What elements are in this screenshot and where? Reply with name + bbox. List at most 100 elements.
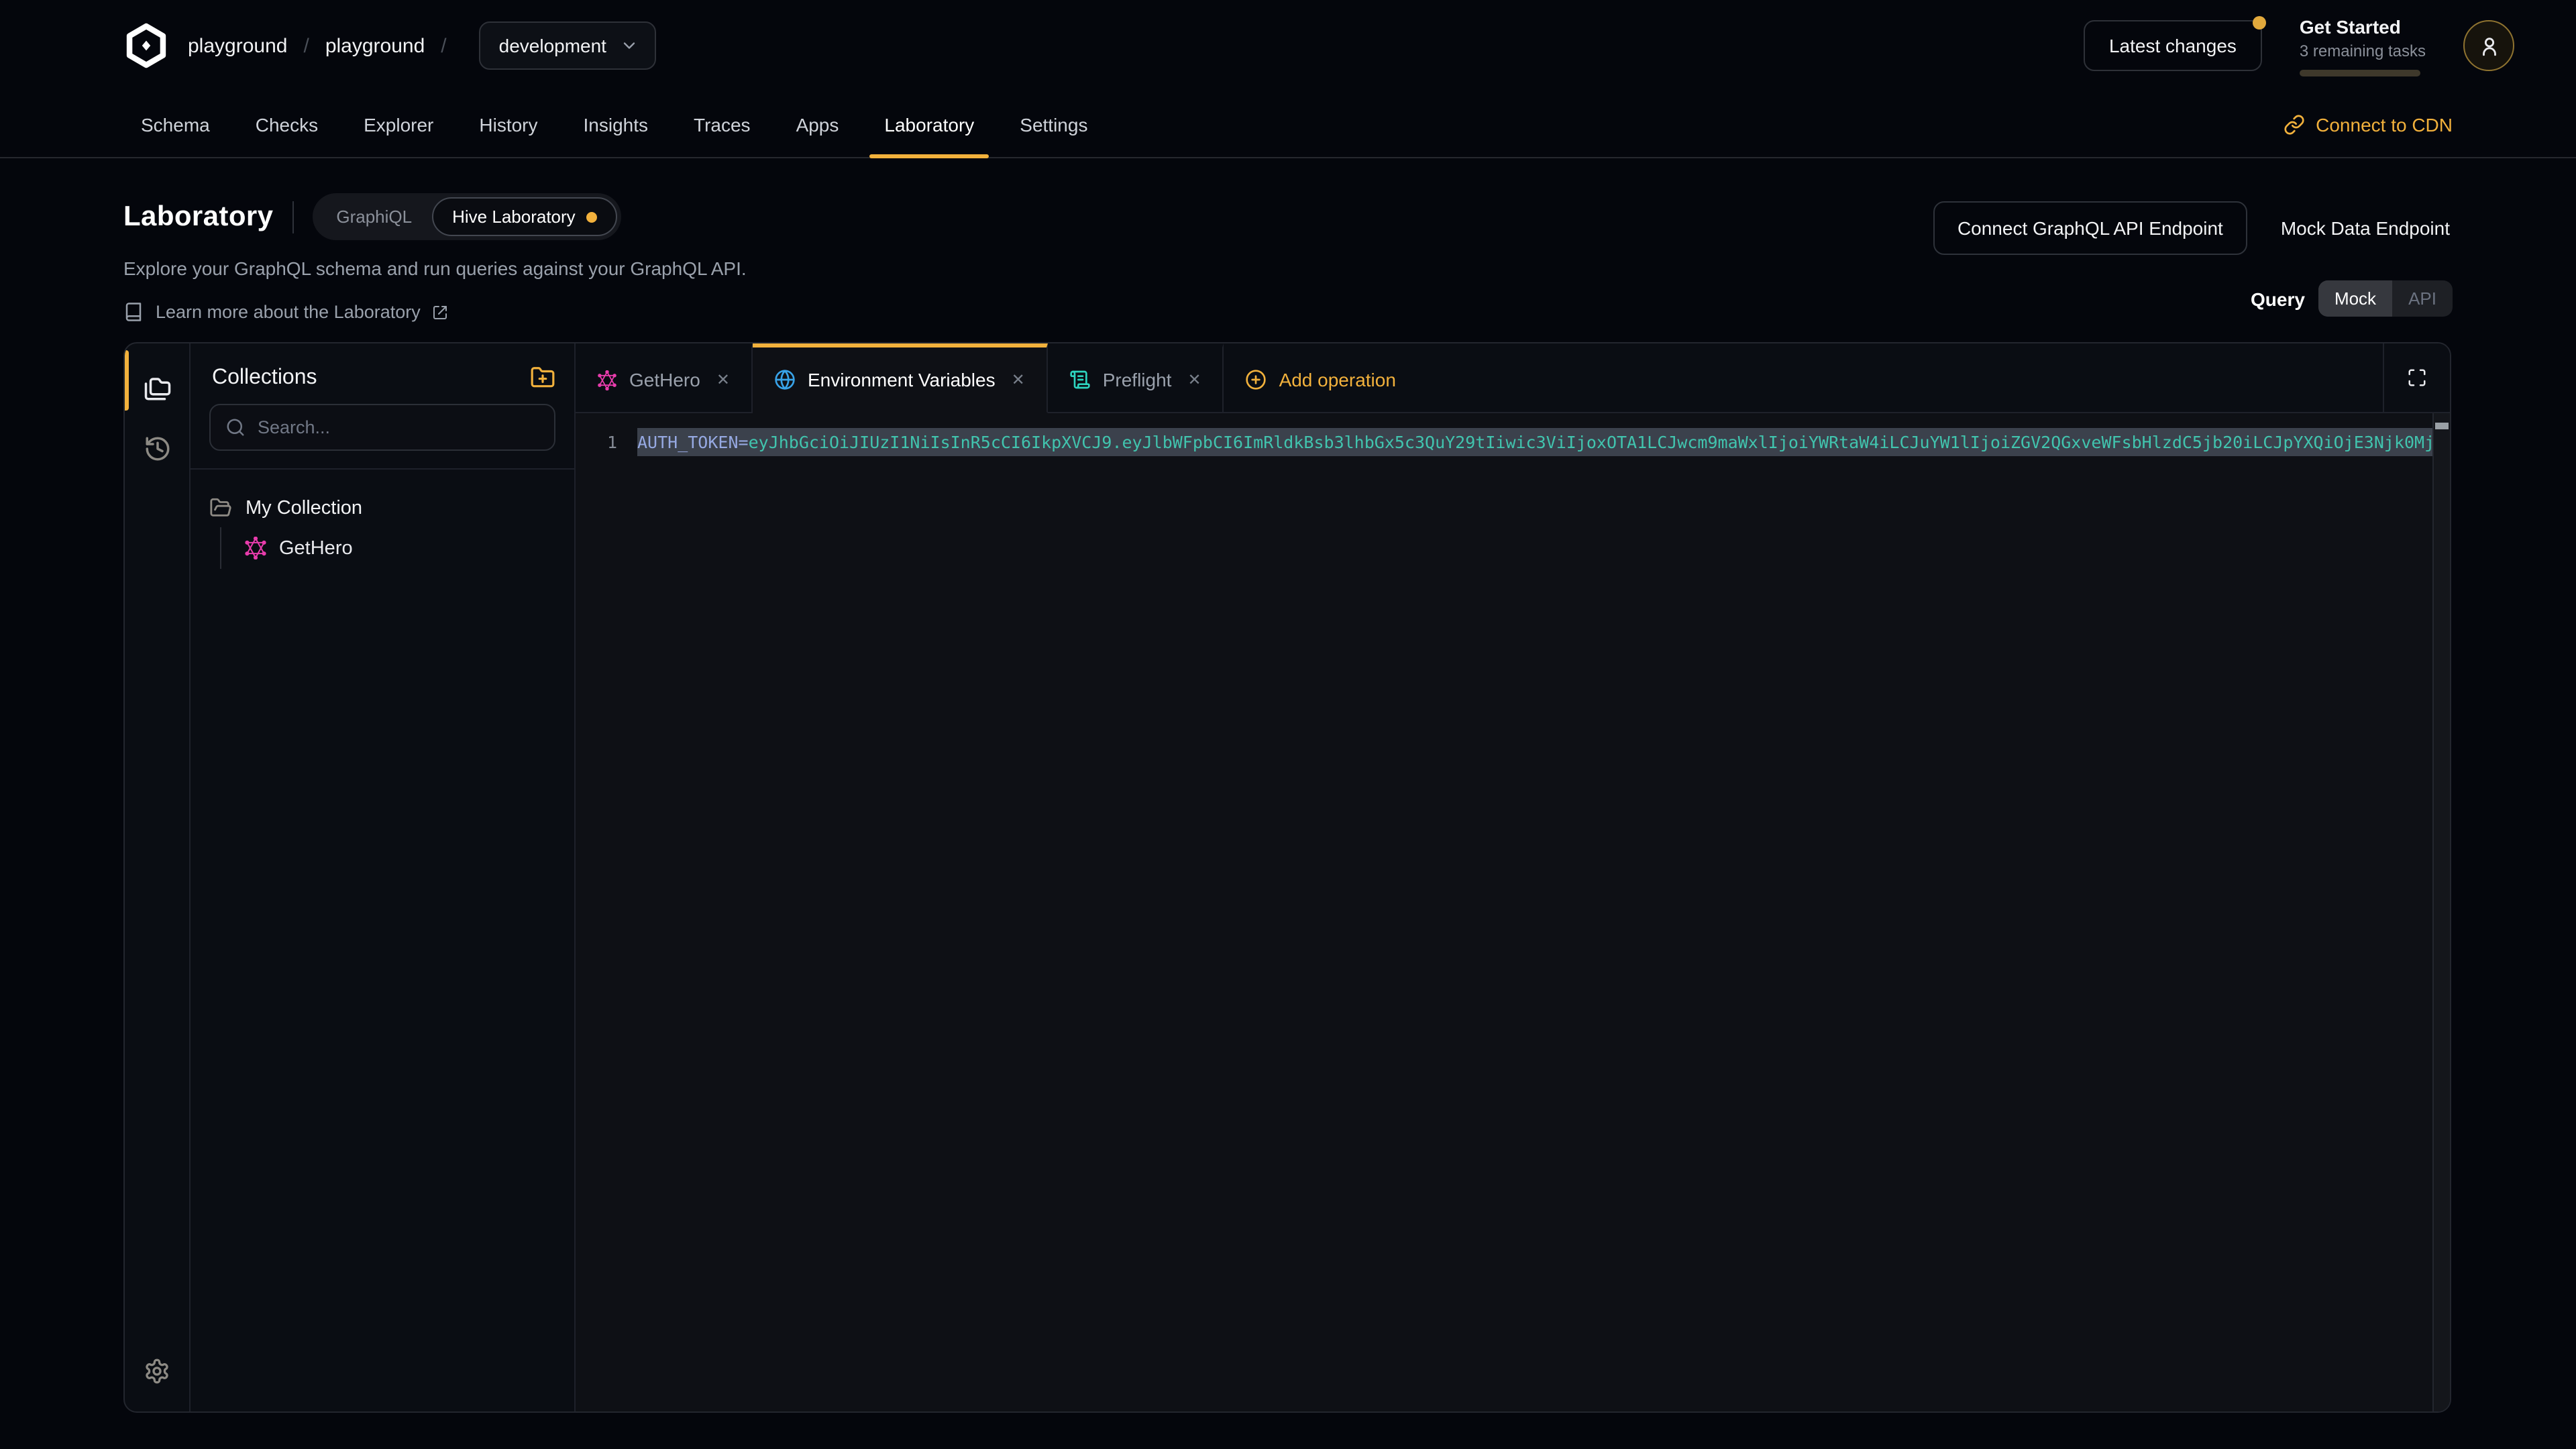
env-var-name: AUTH_TOKEN bbox=[637, 432, 739, 452]
history-icon bbox=[143, 434, 171, 462]
equals-sign: = bbox=[739, 432, 749, 452]
user-icon bbox=[2477, 34, 2500, 57]
gear-icon bbox=[144, 1358, 170, 1385]
line-number: 1 bbox=[576, 428, 637, 456]
query-option-mock[interactable]: Mock bbox=[2318, 280, 2392, 317]
collections-search bbox=[191, 404, 574, 468]
add-collection-button[interactable] bbox=[530, 365, 555, 390]
breadcrumb-separator: / bbox=[441, 34, 446, 57]
connect-to-cdn-link[interactable]: Connect to CDN bbox=[2284, 113, 2453, 135]
add-operation-button[interactable]: Add operation bbox=[1224, 343, 1417, 413]
search-icon bbox=[225, 417, 246, 437]
tab-preflight[interactable]: Preflight ✕ bbox=[1048, 343, 1224, 413]
page-subtitle: Explore your GraphQL schema and run quer… bbox=[123, 258, 747, 279]
connect-to-cdn-label: Connect to CDN bbox=[2316, 113, 2453, 135]
app-root: playground / playground / development La… bbox=[0, 0, 2576, 1449]
query-target-toggle: Query Mock API bbox=[2251, 280, 2453, 317]
settings-rail-button[interactable] bbox=[136, 1350, 178, 1393]
title-row: Laboratory GraphiQL Hive Laboratory bbox=[123, 193, 747, 240]
hive-logo-icon[interactable] bbox=[123, 23, 169, 68]
nav-item-schema[interactable]: Schema bbox=[118, 91, 233, 157]
nav-spacer bbox=[1110, 91, 2284, 157]
page-header-right: Connect GraphQL API Endpoint Mock Data E… bbox=[1933, 193, 2453, 322]
tab-label: Preflight bbox=[1103, 369, 1172, 390]
mode-option-graphiql[interactable]: GraphiQL bbox=[316, 197, 432, 236]
nav-item-checks[interactable]: Checks bbox=[233, 91, 341, 157]
globe-icon bbox=[774, 369, 796, 390]
nav-item-settings[interactable]: Settings bbox=[997, 91, 1110, 157]
editor-scrollbar[interactable] bbox=[2432, 413, 2450, 1411]
search-input[interactable] bbox=[258, 417, 539, 437]
learn-more-link[interactable]: Learn more about the Laboratory bbox=[123, 302, 747, 322]
active-mode-dot bbox=[586, 211, 597, 222]
collection-folder-row[interactable]: My Collection bbox=[209, 496, 555, 519]
query-segmented-control: Mock API bbox=[2318, 280, 2453, 317]
collections-tree: My Collection bbox=[191, 470, 574, 596]
environment-dropdown[interactable]: development bbox=[479, 21, 656, 70]
collection-folder-label: My Collection bbox=[246, 497, 362, 519]
page-header-left: Laboratory GraphiQL Hive Laboratory Expl… bbox=[123, 193, 747, 322]
collections-rail-button[interactable] bbox=[136, 366, 178, 409]
get-started-progressbar bbox=[2300, 69, 2420, 76]
breadcrumb-org[interactable]: playground bbox=[188, 34, 287, 57]
book-icon bbox=[123, 302, 144, 322]
folder-open-icon bbox=[209, 496, 232, 519]
notification-dot bbox=[2253, 16, 2266, 30]
close-icon[interactable]: ✕ bbox=[1012, 370, 1025, 389]
mock-data-endpoint-button[interactable]: Mock Data Endpoint bbox=[2247, 203, 2453, 254]
tab-label: Environment Variables bbox=[808, 369, 996, 390]
breadcrumb-separator: / bbox=[303, 34, 309, 57]
breadcrumb-project[interactable]: playground bbox=[325, 34, 425, 57]
query-option-api[interactable]: API bbox=[2392, 280, 2453, 317]
search-box[interactable] bbox=[209, 404, 555, 451]
editor-line-1[interactable]: 1 AUTH_TOKEN=eyJhbGciOiJIUzI1NiIsInR5cCI… bbox=[576, 428, 2450, 456]
circle-plus-icon bbox=[1246, 369, 1267, 390]
learn-more-label: Learn more about the Laboratory bbox=[156, 302, 421, 322]
maximize-icon bbox=[2407, 368, 2427, 388]
collections-header: Collections bbox=[191, 343, 574, 404]
nav-item-traces[interactable]: Traces bbox=[671, 91, 773, 157]
env-variables-editor[interactable]: 1 AUTH_TOKEN=eyJhbGciOiJIUzI1NiIsInR5cCI… bbox=[576, 413, 2450, 1411]
top-bar-right: Latest changes Get Started 3 remaining t… bbox=[2084, 15, 2514, 76]
nav-item-history[interactable]: History bbox=[456, 91, 560, 157]
collection-children: GetHero bbox=[220, 527, 555, 569]
close-icon[interactable]: ✕ bbox=[1187, 370, 1201, 389]
add-operation-label: Add operation bbox=[1279, 369, 1396, 390]
editor-zone: GetHero ✕ Environment Variables ✕ Prefli… bbox=[576, 343, 2450, 1411]
active-rail-indicator bbox=[125, 350, 129, 411]
connect-graphql-endpoint-button[interactable]: Connect GraphQL API Endpoint bbox=[1933, 201, 2247, 255]
editor-tabstrip: GetHero ✕ Environment Variables ✕ Prefli… bbox=[576, 343, 2450, 413]
fullscreen-button[interactable] bbox=[2383, 343, 2450, 413]
get-started-title: Get Started bbox=[2300, 15, 2426, 37]
folders-icon bbox=[143, 374, 171, 402]
graphql-icon bbox=[244, 537, 267, 559]
title-divider bbox=[292, 201, 293, 233]
mode-option-hive-laboratory[interactable]: Hive Laboratory bbox=[432, 197, 617, 236]
endpoint-buttons: Connect GraphQL API Endpoint Mock Data E… bbox=[1933, 201, 2453, 255]
nav-item-explorer[interactable]: Explorer bbox=[341, 91, 456, 157]
latest-changes-label: Latest changes bbox=[2109, 35, 2237, 56]
history-rail-button[interactable] bbox=[136, 427, 178, 470]
env-var-value: eyJhbGciOiJIUzI1NiIsInR5cCI6IkpXVCJ9.eyJ… bbox=[749, 432, 2432, 452]
nav-item-laboratory[interactable]: Laboratory bbox=[861, 91, 997, 157]
get-started-widget[interactable]: Get Started 3 remaining tasks bbox=[2300, 15, 2426, 76]
nav-item-apps[interactable]: Apps bbox=[773, 91, 862, 157]
latest-changes-button[interactable]: Latest changes bbox=[2084, 20, 2262, 71]
environment-dropdown-value: development bbox=[499, 35, 606, 56]
chevron-down-icon bbox=[620, 36, 639, 55]
operation-label: GetHero bbox=[279, 537, 353, 559]
nav-item-insights[interactable]: Insights bbox=[561, 91, 672, 157]
editor-scrollbar-thumb[interactable] bbox=[2435, 423, 2449, 429]
tab-environment-variables[interactable]: Environment Variables ✕ bbox=[753, 343, 1048, 413]
close-icon[interactable]: ✕ bbox=[716, 370, 730, 389]
user-avatar[interactable] bbox=[2463, 20, 2514, 71]
get-started-subtitle: 3 remaining tasks bbox=[2300, 41, 2426, 60]
top-bar: playground / playground / development La… bbox=[0, 0, 2576, 91]
editor-line-content[interactable]: AUTH_TOKEN=eyJhbGciOiJIUzI1NiIsInR5cCI6I… bbox=[637, 428, 2432, 456]
script-icon bbox=[1069, 369, 1091, 390]
breadcrumb: playground / playground / development bbox=[188, 21, 656, 70]
tab-gethero[interactable]: GetHero ✕ bbox=[576, 343, 753, 413]
operation-row-gethero[interactable]: GetHero bbox=[244, 527, 555, 569]
link-icon bbox=[2284, 113, 2305, 135]
mode-option-hive-laboratory-label: Hive Laboratory bbox=[452, 207, 576, 227]
